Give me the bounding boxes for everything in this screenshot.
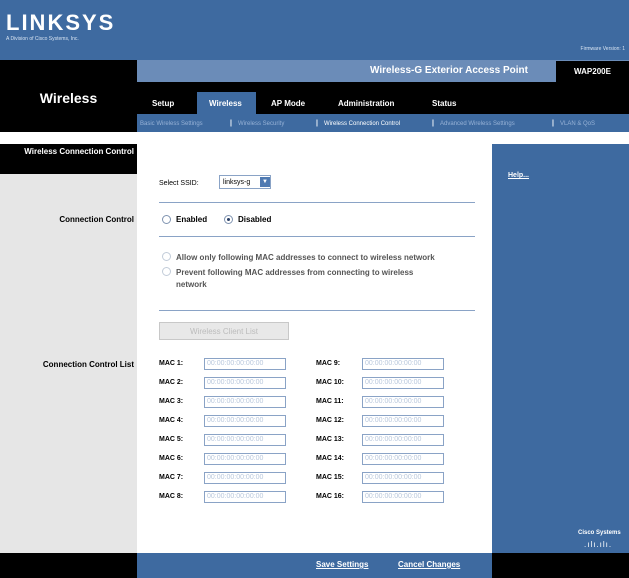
mac-input[interactable]: 00:00:00:00:00:00	[362, 415, 444, 427]
firmware-version: Firmware Version: 1	[580, 46, 625, 52]
mac-input[interactable]: 00:00:00:00:00:00	[204, 453, 286, 465]
mac-label: MAC 14:	[316, 455, 345, 462]
tab-setup[interactable]: Setup	[152, 99, 174, 108]
mac-label: MAC 3:	[159, 398, 184, 405]
allow-mac-label: Allow only following MAC addresses to co…	[176, 253, 435, 262]
mac-label: MAC 2:	[159, 379, 184, 386]
mac-input[interactable]: 00:00:00:00:00:00	[362, 377, 444, 389]
logo-subtitle: A Division of Cisco Systems, Inc.	[6, 36, 79, 42]
submenu-vlan-qos[interactable]: VLAN & QoS	[560, 121, 595, 127]
mac-label: MAC 7:	[159, 474, 184, 481]
left-strip	[0, 132, 137, 144]
mac-input[interactable]: 00:00:00:00:00:00	[362, 358, 444, 370]
mac-label: MAC 10:	[316, 379, 345, 386]
mac-input[interactable]: 00:00:00:00:00:00	[362, 396, 444, 408]
divider	[159, 202, 475, 203]
disabled-radio[interactable]	[224, 215, 233, 224]
product-name: Wireless-G Exterior Access Point	[370, 65, 528, 76]
divider	[159, 236, 475, 237]
tab-wireless[interactable]: Wireless	[209, 99, 242, 108]
submenu-wireless-security[interactable]: Wireless Security	[238, 121, 284, 127]
mac-input[interactable]: 00:00:00:00:00:00	[362, 472, 444, 484]
mac-input[interactable]: 00:00:00:00:00:00	[204, 472, 286, 484]
footer-right	[492, 553, 629, 578]
help-strip	[492, 132, 629, 144]
ssid-label: Select SSID:	[159, 180, 199, 187]
mac-label: MAC 6:	[159, 455, 184, 462]
help-column	[492, 132, 629, 578]
mac-label: MAC 1:	[159, 360, 184, 367]
mac-input[interactable]: 00:00:00:00:00:00	[204, 434, 286, 446]
left-column	[0, 132, 137, 578]
save-settings-button[interactable]: Save Settings	[316, 560, 368, 569]
submenu-separator: |	[552, 120, 554, 127]
mac-label: MAC 13:	[316, 436, 345, 443]
prevent-mac-label-2: network	[176, 280, 207, 289]
submenu-connection-control[interactable]: Wireless Connection Control	[324, 121, 400, 127]
enabled-radio[interactable]	[162, 215, 171, 224]
mac-input[interactable]: 00:00:00:00:00:00	[204, 396, 286, 408]
tab-status[interactable]: Status	[432, 99, 456, 108]
model-number: WAP200E	[556, 61, 629, 83]
mac-label: MAC 15:	[316, 474, 345, 481]
section-title: Wireless	[39, 90, 98, 106]
help-link[interactable]: Help...	[508, 172, 529, 179]
cisco-logo-text: Cisco Systems	[578, 530, 621, 536]
submenu-advanced-wireless[interactable]: Advanced Wireless Settings	[440, 121, 515, 127]
mac-label: MAC 8:	[159, 493, 184, 500]
submenu-basic-wireless[interactable]: Basic Wireless Settings	[140, 121, 203, 127]
mac-label: MAC 9:	[316, 360, 341, 367]
submenu-separator: |	[230, 120, 232, 127]
mac-label: MAC 12:	[316, 417, 345, 424]
mac-label: MAC 5:	[159, 436, 184, 443]
enabled-label: Enabled	[176, 215, 208, 224]
wireless-client-list-button[interactable]: Wireless Client List	[159, 322, 289, 340]
tab-administration[interactable]: Administration	[338, 99, 394, 108]
allow-mac-radio[interactable]	[162, 252, 171, 261]
chevron-down-icon[interactable]: ▼	[260, 177, 270, 187]
connection-control-label: Connection Control	[59, 215, 134, 224]
footer-left	[0, 553, 137, 578]
disabled-label: Disabled	[238, 215, 272, 224]
submenu-separator: |	[432, 120, 434, 127]
mac-input[interactable]: 00:00:00:00:00:00	[362, 453, 444, 465]
mac-input[interactable]: 00:00:00:00:00:00	[362, 491, 444, 503]
prevent-mac-radio[interactable]	[162, 267, 171, 276]
submenu-separator: |	[316, 120, 318, 127]
connection-control-list-label: Connection Control List	[42, 360, 134, 369]
left-section-title: Wireless Connection Control	[24, 147, 134, 156]
mac-label: MAC 4:	[159, 417, 184, 424]
mac-label: MAC 11:	[316, 398, 344, 405]
mac-input[interactable]: 00:00:00:00:00:00	[204, 415, 286, 427]
divider	[159, 310, 475, 311]
cancel-changes-button[interactable]: Cancel Changes	[398, 560, 460, 569]
cisco-logo-icon: .ılı.ılı.	[584, 540, 613, 549]
mac-input[interactable]: 00:00:00:00:00:00	[362, 434, 444, 446]
prevent-mac-label: Prevent following MAC addresses from con…	[176, 268, 414, 277]
mac-label: MAC 16:	[316, 493, 345, 500]
mac-input[interactable]: 00:00:00:00:00:00	[204, 491, 286, 503]
main-content	[137, 132, 492, 578]
tab-ap-mode[interactable]: AP Mode	[271, 99, 305, 108]
mac-input[interactable]: 00:00:00:00:00:00	[204, 358, 286, 370]
linksys-logo: LINKSYS	[6, 10, 116, 35]
mac-input[interactable]: 00:00:00:00:00:00	[204, 377, 286, 389]
